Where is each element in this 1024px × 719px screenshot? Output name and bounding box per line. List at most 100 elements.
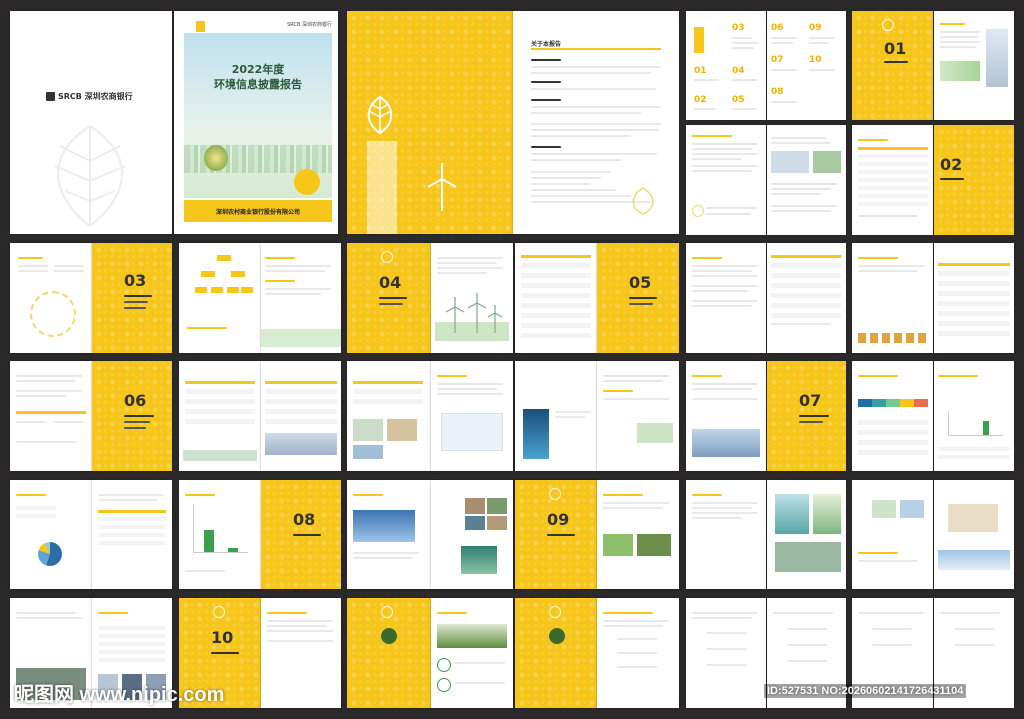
pattern-background <box>934 125 1014 235</box>
bar-chart <box>948 411 1003 436</box>
photo-image <box>465 516 485 530</box>
photo-grid-page <box>347 361 431 471</box>
data-table <box>98 510 166 547</box>
table-page <box>852 125 933 235</box>
section-number: 09 <box>547 510 570 529</box>
about-report-page: 关于本报告 <box>513 11 679 234</box>
section-06-page: 06 <box>92 361 172 471</box>
text-page-2 <box>261 598 341 708</box>
cover-logo-icon <box>196 21 205 32</box>
building-photo <box>986 29 1008 87</box>
wind-farm-page <box>431 243 513 353</box>
photo-image <box>353 445 383 459</box>
bulb-icon <box>549 606 561 618</box>
recycle-icon <box>437 658 451 672</box>
landscape-photo <box>637 423 673 443</box>
pattern-background <box>92 243 172 353</box>
city-illustration <box>183 443 257 461</box>
yellow-arc <box>294 169 320 195</box>
section-number: 02 <box>940 155 963 174</box>
photo-image <box>387 419 417 441</box>
bar-chart-page-2 <box>179 480 261 589</box>
wind-turbine-icon <box>427 163 457 211</box>
front-cover-page: SRCB 深圳农商银行 2022年度 环境信息披露报告 深圳农村商业银行股份有限… <box>174 11 338 234</box>
contents-page-left: 01 02 03 04 05 <box>686 11 766 120</box>
poster-image <box>813 494 841 534</box>
cover-report-title: 环境信息披露报告 <box>214 78 302 91</box>
section-number: 06 <box>124 391 147 410</box>
section-number: 01 <box>884 39 907 58</box>
text-illustration-page <box>261 243 341 353</box>
pie-chart-page <box>10 480 92 589</box>
wind-farm-illustration <box>435 293 509 341</box>
logo-icon <box>46 92 55 101</box>
section-04-page: 04 <box>347 243 431 353</box>
table-text-page <box>92 480 172 589</box>
photo-image <box>487 516 507 530</box>
highlight-band <box>16 411 86 414</box>
certificate-image <box>948 504 998 532</box>
pie-chart <box>38 542 62 566</box>
section-number: 04 <box>379 273 402 292</box>
table-page-3 <box>934 243 1014 353</box>
stacked-bar-chart <box>858 399 928 407</box>
chart-bar <box>228 548 238 552</box>
certificate-page <box>934 480 1014 589</box>
leaf-badge-icon <box>549 628 565 644</box>
heading-underline <box>531 48 661 50</box>
data-table <box>521 255 591 338</box>
section-07-page: 07 <box>767 361 846 471</box>
gallery-page <box>852 480 933 589</box>
closing-page <box>347 598 431 708</box>
flowchart-diagram <box>191 255 253 315</box>
circle-diagram <box>30 291 76 337</box>
nature-photo <box>603 534 633 556</box>
watermark-left: 昵图网 www.nipic.com <box>14 684 225 706</box>
recycle-icon <box>437 678 451 692</box>
plants-photo <box>437 624 507 648</box>
section-08-page: 08 <box>261 480 341 589</box>
building-photo <box>692 429 760 457</box>
nature-photo-page <box>597 480 679 589</box>
event-photo-page <box>347 480 431 589</box>
group-photo <box>938 550 1010 570</box>
formula-page <box>597 598 679 708</box>
photo-image <box>487 498 507 514</box>
text-page-images <box>767 125 846 235</box>
chart-bar <box>983 421 989 435</box>
leaf-outline-icon <box>632 187 654 215</box>
contents-num: 06 <box>771 23 784 33</box>
contents-num: 02 <box>694 95 707 105</box>
leaf-outline-icon <box>54 124 126 228</box>
stacked-bar-page <box>852 361 933 471</box>
table-page-2 <box>515 243 597 353</box>
bulb-icon <box>549 488 561 500</box>
contents-num: 01 <box>694 66 707 76</box>
data-table <box>858 415 928 455</box>
data-table <box>353 381 423 408</box>
photo-image <box>813 151 841 173</box>
table-page-4 <box>179 361 261 471</box>
section-07-left <box>686 361 766 471</box>
icon-row <box>858 333 928 343</box>
icons-page <box>852 243 933 353</box>
poster-collage-page <box>767 480 846 589</box>
cover-brand-text: SRCB 深圳农商银行 <box>287 22 332 28</box>
section-03-left <box>10 243 92 353</box>
text-photo-page <box>597 361 679 471</box>
section-number: 10 <box>211 628 234 647</box>
city-illustration <box>261 321 341 347</box>
bulb-icon <box>692 205 704 217</box>
wind-turbine-icon <box>445 293 503 333</box>
contents-num: 04 <box>732 66 745 76</box>
section-number: 03 <box>124 271 147 290</box>
watermark-right: ID:527531 NO:20260602141726431104 <box>764 684 967 698</box>
cover-company-name: 深圳农村商业银行股份有限公司 <box>215 208 300 216</box>
photo-collage-page <box>431 480 513 589</box>
photo-image <box>465 498 485 514</box>
data-table <box>98 622 166 666</box>
data-table <box>858 147 928 210</box>
brand-logo: SRCB 深圳农商银行 <box>46 91 133 102</box>
leaf-icon <box>367 95 393 135</box>
section-number: 07 <box>799 391 822 410</box>
